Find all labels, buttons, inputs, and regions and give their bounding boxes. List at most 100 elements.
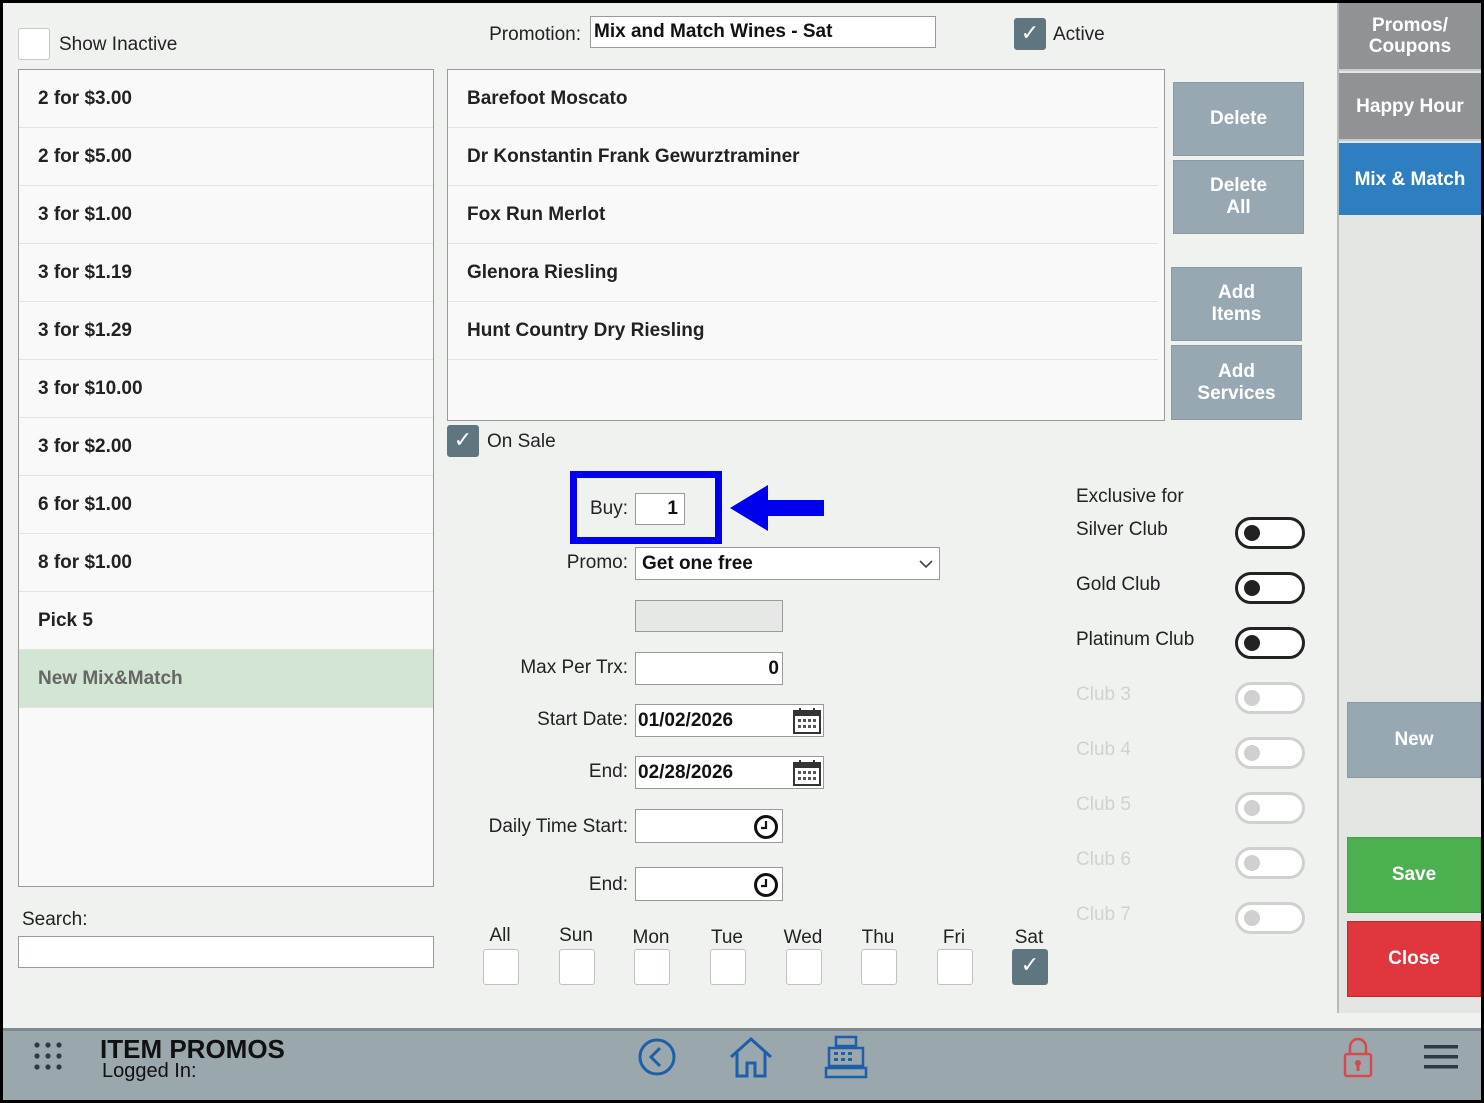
save-button[interactable]: Save (1347, 837, 1481, 913)
club-toggle-6 (1235, 847, 1305, 879)
delete-all-label-line2: All (1226, 197, 1251, 218)
on-sale-checkbox[interactable] (447, 425, 479, 457)
tab-happy-hour[interactable]: Happy Hour (1339, 73, 1481, 141)
day-label-fri: Fri (942, 927, 966, 948)
day-checkbox-wed[interactable] (786, 949, 822, 985)
list-item[interactable]: Barefoot Moscato (448, 70, 1158, 128)
max-per-trx-input[interactable]: 0 (635, 652, 783, 685)
max-per-trx-label: Max Per Trx: (520, 657, 628, 678)
new-button[interactable]: New (1347, 702, 1481, 778)
promo-type-select[interactable]: Get one free (635, 547, 940, 580)
add-services-button[interactable]: Add Services (1171, 345, 1302, 420)
list-item[interactable]: Hunt Country Dry Riesling (448, 302, 1158, 360)
day-label-thu: Thu (861, 927, 895, 948)
club-label-5: Club 5 (1076, 794, 1131, 815)
club-label-4: Club 4 (1076, 739, 1131, 760)
search-input[interactable] (18, 936, 434, 968)
new-button-label: New (1394, 729, 1434, 750)
day-checkbox-sun[interactable] (559, 949, 595, 985)
list-item[interactable]: 2 for $5.00 (19, 128, 433, 186)
calendar-icon[interactable] (792, 759, 822, 787)
list-item[interactable]: 2 for $3.00 (19, 70, 433, 128)
active-checkbox[interactable] (1014, 18, 1046, 50)
list-item[interactable]: 8 for $1.00 (19, 534, 433, 592)
tab-mix-match[interactable]: Mix & Match (1339, 143, 1481, 215)
on-sale-label: On Sale (487, 431, 556, 452)
tab-mix-match-label: Mix & Match (1354, 168, 1466, 190)
club-toggle-5 (1235, 792, 1305, 824)
day-label-all: All (489, 925, 511, 946)
daily-time-start-input[interactable] (635, 809, 783, 843)
list-item[interactable]: 3 for $1.19 (19, 244, 433, 302)
tab-promos-label-line2: Coupons (1368, 36, 1452, 57)
buy-quantity-input[interactable]: 1 (635, 493, 685, 525)
day-label-mon: Mon (632, 927, 670, 948)
club-label-6: Club 6 (1076, 849, 1131, 870)
list-item[interactable]: Pick 5 (19, 592, 433, 650)
day-checkbox-mon[interactable] (634, 949, 670, 985)
clock-icon (754, 873, 778, 897)
tab-promos-label-line1: Promos/ (1371, 15, 1449, 36)
bottom-bar: ITEM PROMOS Logged In: (3, 1028, 1481, 1100)
add-items-button[interactable]: Add Items (1171, 267, 1302, 341)
daily-time-start-label: Daily Time Start: (488, 816, 628, 837)
club-toggle-silver[interactable] (1235, 517, 1305, 549)
day-label-sun: Sun (559, 925, 593, 946)
day-label-wed: Wed (783, 927, 823, 948)
close-button[interactable]: Close (1347, 921, 1481, 997)
chevron-down-icon (919, 560, 933, 569)
start-date-label: Start Date: (537, 709, 628, 730)
tab-happy-hour-label: Happy Hour (1356, 95, 1464, 117)
club-toggle-gold[interactable] (1235, 572, 1305, 604)
home-icon[interactable] (728, 1035, 774, 1079)
promotion-name-input[interactable]: Mix and Match Wines - Sat (590, 16, 936, 48)
save-button-label: Save (1391, 864, 1437, 885)
club-label-7: Club 7 (1076, 904, 1131, 925)
delete-all-button[interactable]: Delete All (1173, 160, 1304, 234)
item-promos-screen: Show Inactive Promotion: Mix and Match W… (3, 3, 1481, 1100)
list-item[interactable]: 6 for $1.00 (19, 476, 433, 534)
list-item-new-mix-match[interactable]: New Mix&Match (19, 650, 433, 708)
exclusive-for-label: Exclusive for (1076, 486, 1184, 507)
list-item[interactable]: 3 for $10.00 (19, 360, 433, 418)
hamburger-menu-icon[interactable] (1423, 1043, 1459, 1071)
day-checkbox-sat[interactable] (1012, 949, 1048, 985)
delete-button-label: Delete (1209, 108, 1268, 129)
show-inactive-checkbox[interactable] (18, 28, 50, 60)
lock-icon[interactable] (1341, 1035, 1375, 1079)
day-checkbox-tue[interactable] (710, 949, 746, 985)
search-label: Search: (22, 909, 88, 930)
delete-button[interactable]: Delete (1173, 82, 1304, 156)
end-date-value: 02/28/2026 (638, 762, 734, 783)
items-list: Barefoot Moscato Dr Konstantin Frank Gew… (447, 69, 1165, 421)
apps-grid-icon[interactable] (33, 1041, 63, 1071)
tab-promos-coupons[interactable]: Promos/ Coupons (1339, 3, 1481, 71)
list-item[interactable]: Fox Run Merlot (448, 186, 1158, 244)
club-label-3: Club 3 (1076, 684, 1131, 705)
buy-label: Buy: (589, 498, 628, 519)
active-label: Active (1053, 24, 1105, 45)
day-checkbox-thu[interactable] (861, 949, 897, 985)
list-item[interactable]: 3 for $1.00 (19, 186, 433, 244)
day-checkbox-all[interactable] (483, 949, 519, 985)
start-date-value: 01/02/2026 (638, 710, 734, 731)
back-circle-icon[interactable] (637, 1037, 677, 1077)
list-item[interactable]: Glenora Riesling (448, 244, 1158, 302)
calendar-icon[interactable] (792, 707, 822, 735)
club-toggle-7 (1235, 902, 1305, 934)
promo-label: Promo: (566, 552, 628, 573)
club-label-gold: Gold Club (1076, 574, 1161, 595)
club-toggle-platinum[interactable] (1235, 627, 1305, 659)
daily-time-end-input[interactable] (635, 867, 783, 901)
list-item[interactable]: Dr Konstantin Frank Gewurztraminer (448, 128, 1158, 186)
list-item[interactable]: 3 for $2.00 (19, 418, 433, 476)
club-toggle-3 (1235, 682, 1305, 714)
daily-time-end-label: End: (588, 874, 628, 895)
add-services-label-line1: Add (1218, 360, 1255, 382)
clock-icon (754, 815, 778, 839)
list-item[interactable]: 3 for $1.29 (19, 302, 433, 360)
cash-register-icon[interactable] (824, 1035, 868, 1079)
add-items-label-line1: Add (1218, 282, 1255, 303)
end-date-label: End: (588, 761, 628, 782)
day-checkbox-fri[interactable] (937, 949, 973, 985)
